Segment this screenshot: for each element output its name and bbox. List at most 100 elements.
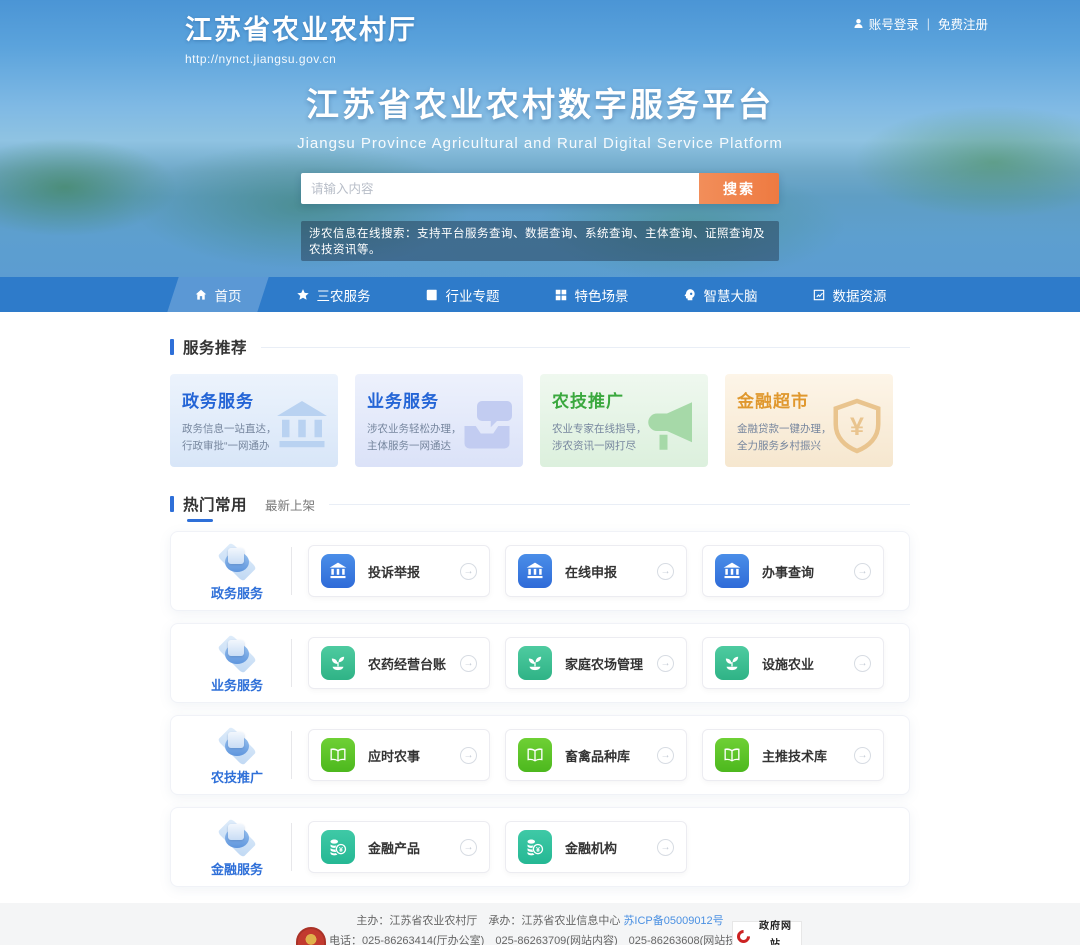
platform-subtitle: Jiangsu Province Agricultural and Rural … (0, 135, 1080, 152)
service-item-label: 在线申报 (565, 562, 644, 581)
search-button[interactable]: 搜索 (699, 173, 779, 204)
service-item-icon (321, 554, 355, 588)
gov-badge-icon (734, 927, 752, 945)
recommend-card-title: 业务服务 (367, 387, 511, 412)
tab-newly-added[interactable]: 最新上架 (265, 495, 315, 514)
recommend-card-title: 政务服务 (182, 387, 326, 412)
service-item[interactable]: 金融产品 → (308, 821, 490, 873)
arrow-circle-icon: → (657, 839, 674, 856)
service-item[interactable]: 办事查询 → (702, 545, 884, 597)
arrow-circle-icon: → (657, 747, 674, 764)
service-item-icon (715, 646, 749, 680)
recommend-card[interactable]: 金融超市 金融贷款一键办理， 全力服务乡村振兴 (725, 374, 893, 467)
vertical-divider (291, 639, 292, 687)
service-item[interactable]: 畜禽品种库 → (505, 729, 687, 781)
service-item-label: 金融机构 (565, 838, 644, 857)
service-item-label: 办事查询 (762, 562, 841, 581)
category-label: 政务服务 (211, 583, 263, 602)
service-items: 农药经营台账 → 家庭农场管理 → (308, 637, 893, 689)
service-item-icon (518, 738, 552, 772)
recommend-section-header: 服务推荐 (170, 336, 910, 358)
nav-item[interactable]: 特色场景 (527, 277, 656, 312)
account-links: 账号登录 | 免费注册 (852, 14, 988, 33)
icp-link[interactable]: 苏ICP备05009012号 (623, 915, 723, 927)
arrow-circle-icon: → (657, 563, 674, 580)
service-item-label: 农药经营台账 (368, 654, 447, 673)
site-brand: 江苏省农业农村厅 http://nynct.jiangsu.gov.cn (185, 8, 417, 66)
service-row: 金融服务 金融产品 → (170, 807, 910, 887)
service-items: 投诉举报 → 在线申报 → (308, 545, 893, 597)
service-item[interactable]: 应时农事 → (308, 729, 490, 781)
service-category: 金融服务 (187, 816, 287, 878)
tab-hot-common[interactable]: 热门常用 (183, 493, 247, 515)
gov-badge-label: 政府网站 (754, 918, 797, 945)
service-item-label: 应时农事 (368, 746, 447, 765)
section-divider-line (261, 347, 910, 348)
service-item[interactable]: 投诉举报 → (308, 545, 490, 597)
nav-item-icon (296, 288, 310, 302)
recommend-card[interactable]: 业务服务 涉农业务轻松办理， 主体服务一网通达 (355, 374, 523, 467)
nav-item-label: 行业专题 (446, 285, 500, 305)
divider: | (927, 17, 930, 31)
service-items: 金融产品 → 金融机构 → (308, 821, 893, 873)
main-nav: 首页 三农服务 行业专题 特色场景 智慧大脑 (0, 277, 1080, 312)
service-item-label: 主推技术库 (762, 746, 841, 765)
service-item-label: 设施农业 (762, 654, 841, 673)
service-item-icon (518, 646, 552, 680)
nav-item[interactable]: 智慧大脑 (656, 277, 785, 312)
gov-website-badge[interactable]: 政府网站 (732, 921, 802, 945)
arrow-circle-icon: → (657, 655, 674, 672)
search-hint: 涉农信息在线搜索：支持平台服务查询、数据查询、系统查询、主体查询、证照查询及农技… (301, 221, 779, 261)
nav-item-label: 特色场景 (575, 285, 629, 305)
nav-item[interactable]: 三农服务 (269, 277, 398, 312)
service-item-label: 投诉举报 (368, 562, 447, 581)
nav-item[interactable]: 首页 (167, 277, 269, 312)
category-3d-icon (211, 816, 263, 856)
service-item-label: 家庭农场管理 (565, 654, 644, 673)
hero-banner: 江苏省农业农村厅 http://nynct.jiangsu.gov.cn 账号登… (0, 0, 1080, 312)
arrow-circle-icon: → (460, 655, 477, 672)
service-category: 业务服务 (187, 632, 287, 694)
recommend-card-desc: 涉农业务轻松办理， 主体服务一网通达 (367, 421, 511, 456)
nav-item-icon (425, 288, 439, 302)
recommend-card[interactable]: 农技推广 农业专家在线指导， 涉农资讯一网打尽 (540, 374, 708, 467)
arrow-circle-icon: → (460, 563, 477, 580)
recommend-card-desc: 农业专家在线指导， 涉农资讯一网打尽 (552, 421, 696, 456)
service-item[interactable]: 在线申报 → (505, 545, 687, 597)
service-items: 应时农事 → 畜禽品种库 → (308, 729, 893, 781)
service-item-label: 金融产品 (368, 838, 447, 857)
arrow-circle-icon: → (854, 655, 871, 672)
service-item[interactable]: 主推技术库 → (702, 729, 884, 781)
service-item-icon (715, 738, 749, 772)
service-row: 政务服务 投诉举报 → (170, 531, 910, 611)
service-item[interactable]: 家庭农场管理 → (505, 637, 687, 689)
search-input[interactable] (301, 173, 699, 204)
service-category: 政务服务 (187, 540, 287, 602)
service-item[interactable]: 农药经营台账 → (308, 637, 490, 689)
nav-item-label: 首页 (215, 285, 242, 305)
service-item[interactable]: 设施农业 → (702, 637, 884, 689)
arrow-circle-icon: → (460, 839, 477, 856)
site-title: 江苏省农业农村厅 (185, 8, 417, 47)
service-item[interactable]: 金融机构 → (505, 821, 687, 873)
recommend-cards: 政务服务 政务信息一站直达， 行政审批“一网通办 业务服务 涉农业务轻松办理， … (170, 374, 910, 467)
login-label: 账号登录 (869, 14, 919, 33)
nav-item[interactable]: 数据资源 (785, 277, 914, 312)
recommend-card-title: 农技推广 (552, 387, 696, 412)
arrow-circle-icon: → (854, 747, 871, 764)
category-label: 农技推广 (211, 767, 263, 786)
section-accent-bar (170, 339, 174, 355)
nav-item-icon (812, 288, 826, 302)
register-link[interactable]: 免费注册 (938, 14, 988, 33)
main-content: 服务推荐 政务服务 政务信息一站直达， 行政审批“一网通办 (0, 312, 1080, 887)
nav-item-icon (683, 288, 697, 302)
service-row: 业务服务 农药经营台账 → (170, 623, 910, 703)
recommend-card[interactable]: 政务服务 政务信息一站直达， 行政审批“一网通办 (170, 374, 338, 467)
recommend-card-desc: 金融贷款一键办理， 全力服务乡村振兴 (737, 421, 881, 456)
nav-item-label: 数据资源 (833, 285, 887, 305)
service-item-icon (518, 830, 552, 864)
site-url: http://nynct.jiangsu.gov.cn (185, 52, 417, 66)
nav-item[interactable]: 行业专题 (398, 277, 527, 312)
login-link[interactable]: 账号登录 (852, 14, 919, 33)
category-3d-icon (211, 632, 263, 672)
